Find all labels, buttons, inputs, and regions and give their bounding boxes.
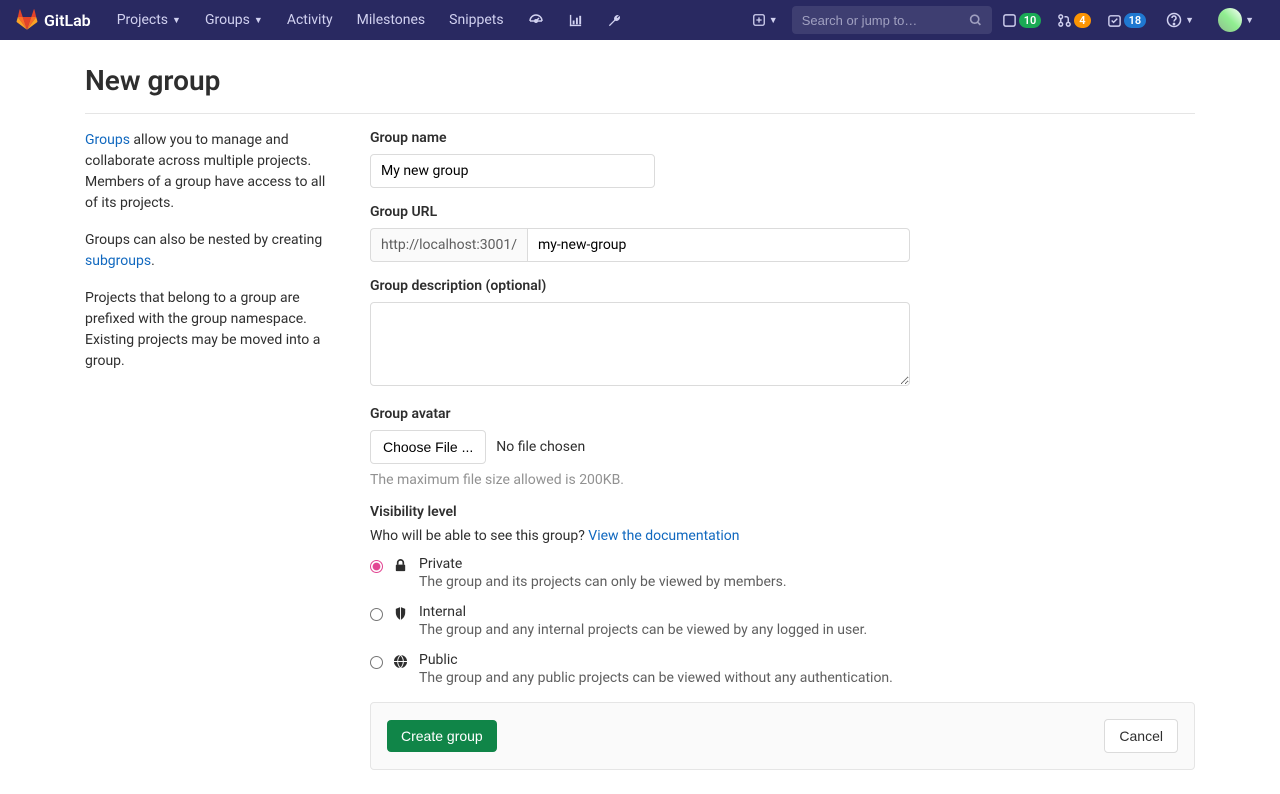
- page-title: New group: [85, 64, 1195, 114]
- chevron-down-icon: ▼: [769, 15, 778, 26]
- brand-text: GitLab: [44, 11, 91, 30]
- group-url-prefix: http://localhost:3001/: [370, 228, 527, 262]
- visibility-public-option[interactable]: Public The group and any public projects…: [370, 652, 1195, 686]
- groups-link[interactable]: Groups: [85, 132, 130, 148]
- search-box[interactable]: [792, 6, 992, 34]
- group-name-input[interactable]: [370, 154, 655, 188]
- file-help-text: The maximum file size allowed is 200KB.: [370, 472, 1195, 488]
- group-avatar-label: Group avatar: [370, 406, 1195, 422]
- shield-icon: [393, 606, 409, 621]
- visibility-public-radio[interactable]: [370, 656, 383, 669]
- visibility-internal-radio[interactable]: [370, 608, 383, 621]
- nav-groups[interactable]: Groups▼: [195, 0, 273, 40]
- new-group-form: Group name Group URL http://localhost:30…: [370, 130, 1195, 770]
- nav-snippets[interactable]: Snippets: [439, 0, 513, 40]
- chevron-down-icon: ▼: [1185, 15, 1194, 26]
- create-group-button[interactable]: Create group: [387, 720, 497, 752]
- merge-requests-counter[interactable]: 4: [1051, 13, 1096, 28]
- dashboard-icon[interactable]: [518, 0, 554, 40]
- group-url-input[interactable]: [527, 228, 910, 262]
- no-file-text: No file chosen: [496, 439, 585, 455]
- tanuki-icon: [16, 9, 38, 31]
- chevron-down-icon: ▼: [1245, 15, 1254, 26]
- plus-menu[interactable]: ▼: [742, 0, 788, 40]
- choose-file-button[interactable]: Choose File ...: [370, 430, 486, 464]
- visibility-doc-link[interactable]: View the documentation: [588, 528, 739, 544]
- user-menu[interactable]: ▼: [1208, 0, 1264, 40]
- cancel-button[interactable]: Cancel: [1104, 719, 1178, 753]
- chevron-down-icon: ▼: [172, 15, 181, 26]
- issues-counter[interactable]: 10: [996, 13, 1048, 28]
- wrench-icon[interactable]: [597, 0, 632, 40]
- avatar: [1218, 8, 1242, 32]
- visibility-internal-option[interactable]: Internal The group and any internal proj…: [370, 604, 1195, 638]
- group-desc-input[interactable]: [370, 302, 910, 386]
- group-url-label: Group URL: [370, 204, 1195, 220]
- lock-icon: [393, 558, 409, 573]
- subgroups-link[interactable]: subgroups: [85, 253, 151, 269]
- nav-projects[interactable]: Projects▼: [107, 0, 191, 40]
- help-menu[interactable]: ▼: [1156, 0, 1204, 40]
- globe-icon: [393, 654, 409, 669]
- top-navbar: GitLab Projects▼ Groups▼ Activity Milest…: [0, 0, 1280, 40]
- group-name-label: Group name: [370, 130, 1195, 146]
- form-actions: Create group Cancel: [370, 702, 1195, 770]
- nav-milestones[interactable]: Milestones: [347, 0, 436, 40]
- info-sidebar: Groups allow you to manage and collabora…: [85, 130, 340, 770]
- visibility-label: Visibility level: [370, 504, 1195, 520]
- group-desc-label: Group description (optional): [370, 278, 1195, 294]
- search-input[interactable]: [802, 13, 969, 28]
- gitlab-logo[interactable]: GitLab: [16, 9, 91, 31]
- nav-activity[interactable]: Activity: [277, 0, 343, 40]
- visibility-private-radio[interactable]: [370, 560, 383, 573]
- search-icon: [969, 13, 982, 27]
- todos-counter[interactable]: 18: [1101, 13, 1153, 28]
- chevron-down-icon: ▼: [254, 15, 263, 26]
- chart-icon[interactable]: [558, 0, 593, 40]
- visibility-private-option[interactable]: Private The group and its projects can o…: [370, 556, 1195, 590]
